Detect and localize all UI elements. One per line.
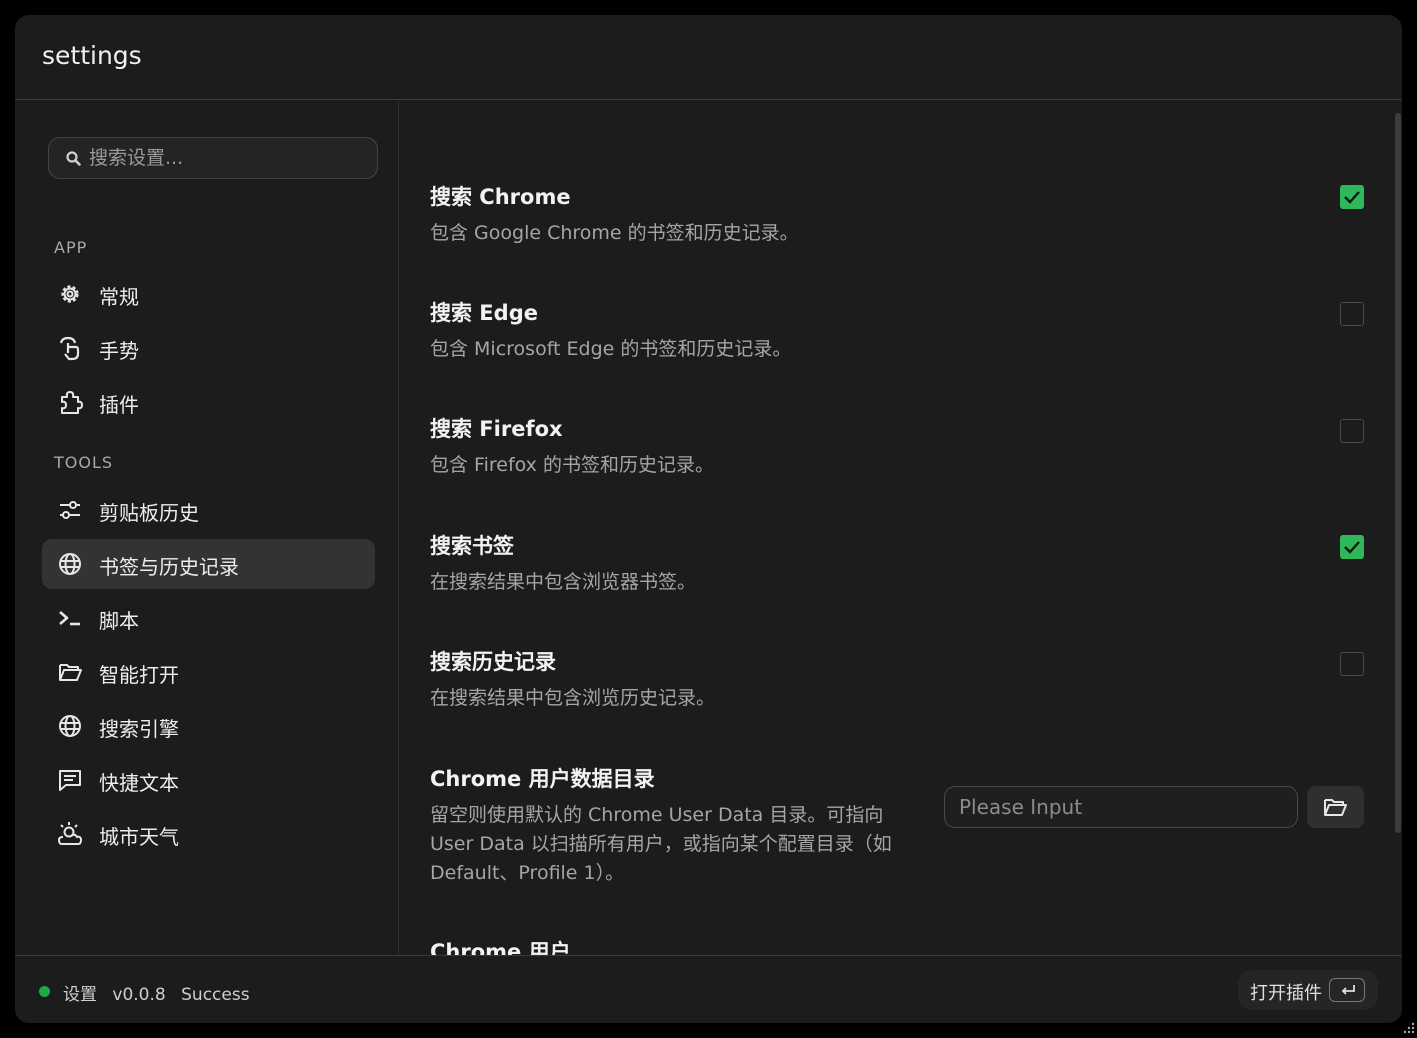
- sidebar-item-clipboard-history[interactable]: 剪贴板历史: [42, 485, 375, 535]
- setting-search-edge: 搜索 Edge 包含 Microsoft Edge 的书签和历史记录。: [430, 297, 791, 364]
- settings-content: 搜索 Chrome 包含 Google Chrome 的书签和历史记录。 搜索 …: [400, 101, 1402, 955]
- setting-chrome-user-data-dir: Chrome 用户数据目录 留空则使用默认的 Chrome User Data …: [430, 763, 910, 888]
- setting-title: 搜索书签: [430, 534, 514, 558]
- check-icon: [1344, 191, 1360, 204]
- setting-description: 包含 Firefox 的书签和历史记录。: [430, 454, 714, 476]
- open-plugin-button[interactable]: 打开插件: [1238, 970, 1378, 1010]
- setting-description: 在搜索结果中包含浏览器书签。: [430, 571, 697, 593]
- status-bar: 设置 v0.0.8 Success 打开插件: [15, 955, 1402, 1023]
- setting-title: 搜索 Chrome: [430, 185, 571, 209]
- setting-description: 留空则使用默认的 Chrome User Data 目录。可指向 User Da…: [430, 801, 910, 888]
- app-name: 设置: [63, 985, 97, 1005]
- chrome-user-data-input[interactable]: [959, 793, 1279, 821]
- gesture-icon: [59, 336, 80, 361]
- sidebar-item-gesture[interactable]: 手势: [42, 323, 375, 373]
- setting-chrome-user: Chrome 用户: [430, 936, 571, 955]
- weather-icon: [57, 822, 83, 845]
- description-line: Default、Profile 1）。: [430, 862, 625, 884]
- globe-icon: [59, 553, 81, 575]
- sidebar-item-label: 脚本: [99, 609, 139, 633]
- settings-window: settings APP 常规 手势: [15, 15, 1402, 1023]
- globe-icon: [59, 715, 81, 737]
- sidebar-item-bookmarks-history[interactable]: 书签与历史记录: [42, 539, 375, 589]
- setting-description: 包含 Microsoft Edge 的书签和历史记录。: [430, 338, 792, 360]
- title-bar: settings: [15, 15, 1402, 100]
- sidebar-item-label: 常规: [99, 285, 139, 309]
- gear-icon: [61, 285, 79, 303]
- sidebar-item-label: 城市天气: [99, 825, 179, 849]
- status-text: 设置 v0.0.8 Success: [63, 980, 260, 1005]
- sidebar: APP 常规 手势 插件 TOOLS: [15, 101, 399, 955]
- sidebar-item-label: 手势: [99, 339, 139, 363]
- search-edge-checkbox[interactable]: [1340, 302, 1364, 326]
- folder-open-icon: [1324, 799, 1347, 816]
- status-message: Success: [181, 985, 250, 1005]
- sliders-icon: [60, 501, 80, 519]
- status-indicator: [39, 986, 50, 997]
- search-input[interactable]: [89, 144, 359, 172]
- app-version: v0.0.8: [112, 985, 166, 1005]
- open-plugin-label: 打开插件: [1250, 983, 1322, 1004]
- search-chrome-checkbox[interactable]: [1340, 185, 1364, 209]
- enter-key-hint: [1329, 978, 1365, 1002]
- enter-key-icon: [1341, 985, 1355, 995]
- sidebar-item-label: 快捷文本: [99, 771, 179, 795]
- setting-search-history: 搜索历史记录 在搜索结果中包含浏览历史记录。: [430, 646, 715, 713]
- sidebar-item-label: 搜索引擎: [99, 717, 179, 741]
- sidebar-item-scripts[interactable]: 脚本: [42, 593, 375, 643]
- sidebar-item-plugins[interactable]: 插件: [42, 377, 375, 427]
- setting-description: 在搜索结果中包含浏览历史记录。: [430, 687, 716, 709]
- setting-search-bookmarks: 搜索书签 在搜索结果中包含浏览器书签。: [430, 530, 696, 597]
- sidebar-item-label: 智能打开: [99, 663, 179, 687]
- browse-folder-button[interactable]: [1307, 786, 1364, 828]
- message-icon: [59, 770, 81, 791]
- setting-title: 搜索历史记录: [430, 650, 556, 674]
- content-scrollbar[interactable]: [1395, 113, 1401, 833]
- puzzle-icon: [61, 391, 83, 414]
- window-title: settings: [42, 41, 142, 70]
- terminal-icon: [59, 611, 80, 626]
- setting-title: 搜索 Edge: [430, 301, 538, 325]
- chrome-user-data-input-box[interactable]: [944, 786, 1298, 828]
- section-title-tools: TOOLS: [54, 453, 114, 472]
- setting-search-chrome: 搜索 Chrome 包含 Google Chrome 的书签和历史记录。: [430, 181, 799, 248]
- search-bookmarks-checkbox[interactable]: [1340, 535, 1364, 559]
- search-history-checkbox[interactable]: [1340, 652, 1364, 676]
- setting-title: Chrome 用户: [430, 940, 571, 955]
- sidebar-item-label: 书签与历史记录: [99, 555, 239, 579]
- sidebar-item-search-engines[interactable]: 搜索引擎: [42, 701, 375, 751]
- sidebar-item-label: 剪贴板历史: [99, 501, 199, 525]
- search-box[interactable]: [48, 137, 378, 179]
- folder-icon: [59, 664, 82, 681]
- search-firefox-checkbox[interactable]: [1340, 419, 1364, 443]
- sidebar-item-city-weather[interactable]: 城市天气: [42, 809, 375, 859]
- sidebar-item-smart-open[interactable]: 智能打开: [42, 647, 375, 697]
- description-line: 留空则使用默认的 Chrome User Data 目录。可指向: [430, 804, 884, 826]
- setting-search-firefox: 搜索 Firefox 包含 Firefox 的书签和历史记录。: [430, 413, 714, 480]
- sidebar-item-quick-text[interactable]: 快捷文本: [42, 755, 375, 805]
- setting-title: 搜索 Firefox: [430, 417, 563, 441]
- setting-title: Chrome 用户数据目录: [430, 767, 655, 791]
- section-title-app: APP: [54, 238, 88, 257]
- setting-description: 包含 Google Chrome 的书签和历史记录。: [430, 222, 799, 244]
- sidebar-item-general[interactable]: 常规: [42, 269, 375, 319]
- search-icon: [66, 151, 81, 166]
- resize-handle-icon[interactable]: [1397, 1020, 1415, 1036]
- check-icon: [1344, 541, 1360, 554]
- sidebar-item-label: 插件: [99, 393, 139, 417]
- description-line: User Data 以扫描所有用户，或指向某个配置目录（如: [430, 833, 892, 855]
